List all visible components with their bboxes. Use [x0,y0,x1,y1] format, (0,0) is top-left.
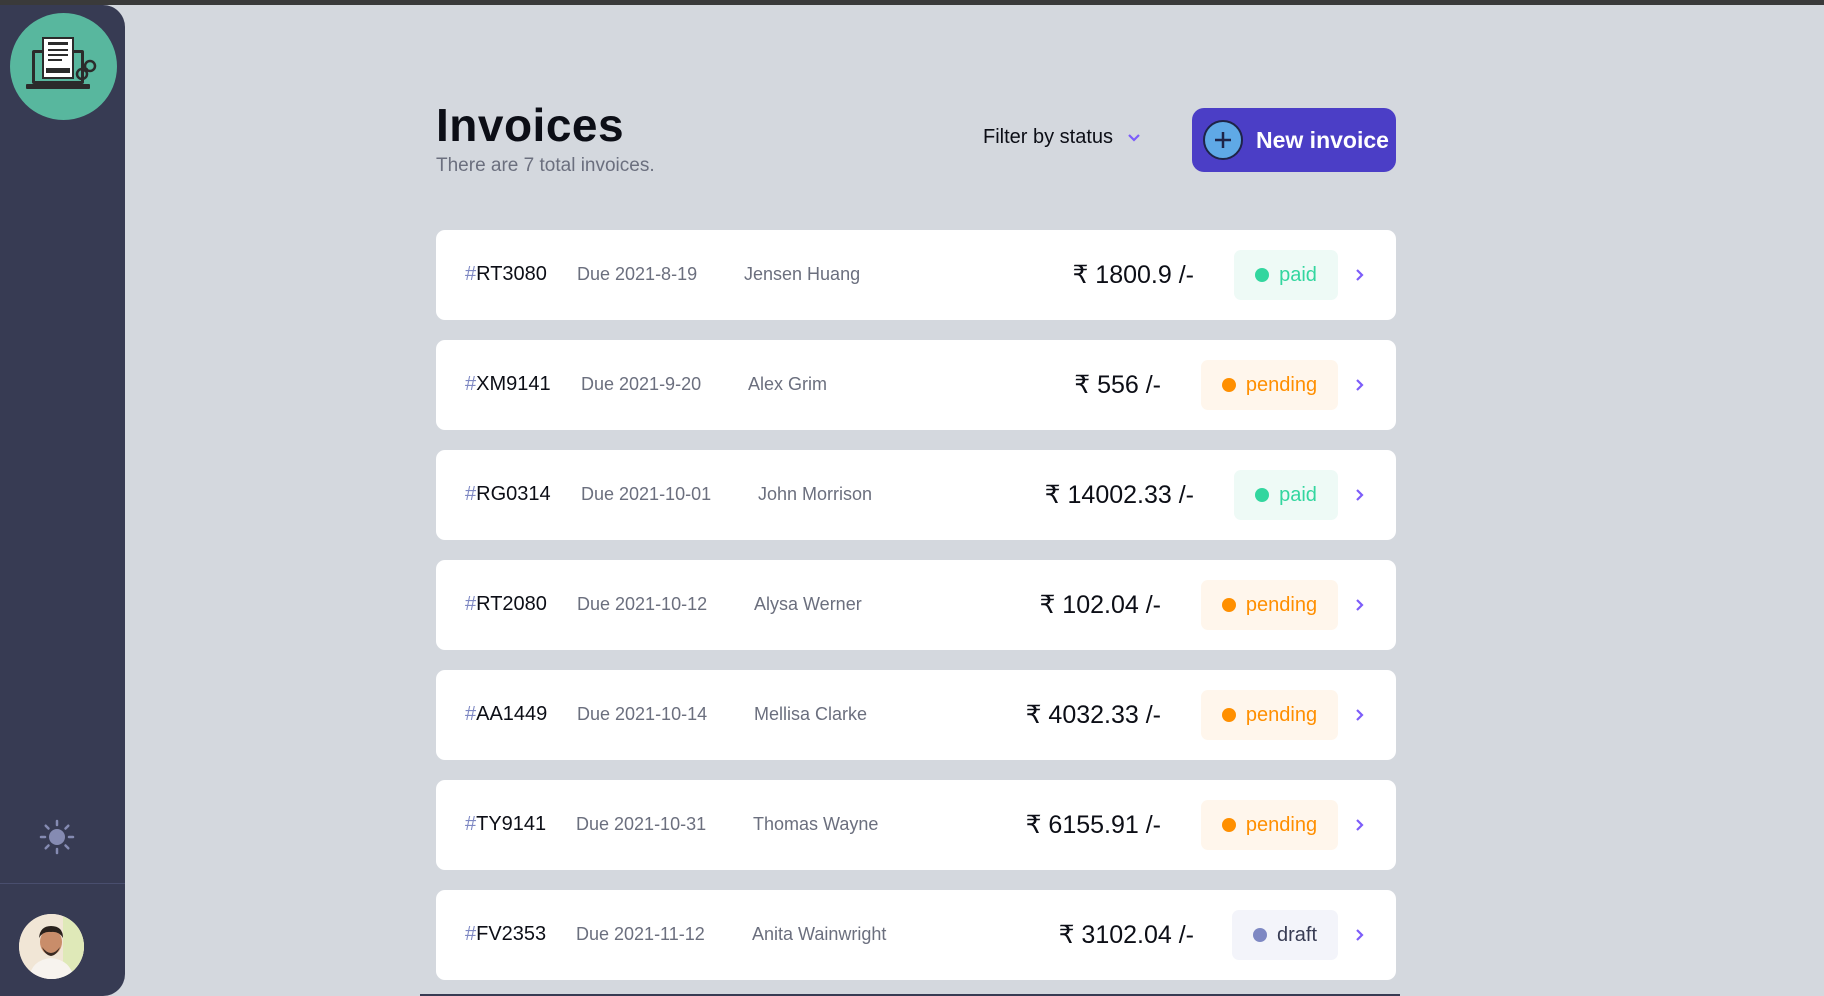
invoice-due-date: Due 2021-10-12 [577,594,708,614]
new-invoice-button[interactable]: New invoice [1192,108,1396,172]
status-badge: pending [1201,360,1338,410]
invoice-due-date: Due 2021-11-12 [576,924,705,944]
status-label: paid [1279,263,1317,286]
chevron-down-icon [1128,133,1140,142]
status-label: paid [1279,483,1317,506]
invoice-due-date: Due 2021-10-31 [576,814,707,834]
invoice-amount: ₹ 1800.9 /- [1072,261,1194,289]
status-dot [1221,598,1236,612]
chevron-right-icon [1356,489,1364,501]
invoice-client-name: Alysa Werner [754,594,862,614]
status-badge: pending [1201,800,1338,850]
invoice-id: #TY9141 [465,813,547,835]
invoice-client-name: John Morrison [758,484,873,504]
invoice-id: #AA1449 [465,703,548,725]
theme-toggle-button[interactable] [36,816,78,858]
invoice-row[interactable]: #RT3080 Due 2021-8-19 Jensen Huang ₹ 180… [436,230,1396,320]
plus-icon [1203,120,1243,160]
main-content: Invoices There are 7 total invoices. Fil… [436,0,1396,996]
status-label: pending [1245,813,1318,836]
invoice-client-name: Jensen Huang [744,264,861,284]
new-invoice-label: New invoice [1256,126,1389,153]
invoice-id: #RG0314 [465,483,551,505]
invoice-amount: ₹ 3102.04 /- [1058,921,1194,949]
status-label: draft [1276,923,1318,946]
sun-icon [39,819,75,855]
invoice-row[interactable]: #RT2080 Due 2021-10-12 Alysa Werner ₹ 10… [436,560,1396,650]
invoice-amount: ₹ 556 /- [1074,371,1161,399]
chevron-right-icon [1356,269,1364,281]
sidebar [0,5,125,996]
status-dot [1255,488,1270,502]
filter-label: Filter by status [983,126,1114,148]
invoice-due-date: Due 2021-9-20 [581,374,702,394]
invoice-due-date: Due 2021-10-01 [581,484,712,504]
invoice-amount: ₹ 102.04 /- [1039,591,1161,619]
status-label: pending [1245,373,1318,396]
invoice-count-text: There are 7 total invoices. [436,155,655,176]
chevron-right-icon [1356,709,1364,721]
chevron-right-icon [1356,819,1364,831]
invoice-id: #FV2353 [465,923,547,945]
sidebar-divider [0,883,125,884]
invoice-row[interactable]: #XM9141 Due 2021-9-20 Alex Grim ₹ 556 /-… [436,340,1396,430]
chevron-right-icon [1356,599,1364,611]
app-logo[interactable] [10,13,117,120]
invoice-id: #RT2080 [465,593,547,615]
chevron-right-icon [1356,379,1364,391]
invoice-client-name: Thomas Wayne [753,814,879,834]
status-badge: paid [1234,470,1338,520]
invoice-amount: ₹ 6155.91 /- [1025,811,1161,839]
status-badge: paid [1234,250,1338,300]
status-dot [1221,708,1236,722]
invoice-id: #RT3080 [465,263,547,285]
status-badge: pending [1201,580,1338,630]
status-dot [1255,268,1270,282]
status-label: pending [1245,593,1318,616]
invoice-row[interactable]: #RG0314 Due 2021-10-01 John Morrison ₹ 1… [436,450,1396,540]
page-title: Invoices [436,99,625,151]
filter-by-status-dropdown[interactable]: Filter by status [983,126,1141,149]
status-badge: pending [1201,690,1338,740]
avatar-image [19,914,84,979]
status-label: pending [1245,703,1318,726]
invoice-client-name: Mellisa Clarke [754,704,868,724]
status-badge: draft [1232,910,1338,960]
invoice-id: #XM9141 [465,373,551,395]
invoice-client-name: Anita Wainwright [752,924,887,944]
invoice-row[interactable]: #AA1449 Due 2021-10-14 Mellisa Clarke ₹ … [436,670,1396,760]
user-avatar[interactable] [19,914,84,979]
invoice-due-date: Due 2021-8-19 [577,264,698,284]
invoice-amount: ₹ 14002.33 /- [1044,481,1194,509]
invoice-client-name: Alex Grim [748,374,828,394]
status-dot [1221,818,1236,832]
invoice-amount: ₹ 4032.33 /- [1025,701,1161,729]
chevron-right-icon [1356,929,1364,941]
invoice-row[interactable]: #TY9141 Due 2021-10-31 Thomas Wayne ₹ 61… [436,780,1396,870]
status-dot [1221,378,1236,392]
status-dot [1252,928,1267,942]
invoice-row[interactable]: #FV2353 Due 2021-11-12 Anita Wainwright … [436,890,1396,980]
invoice-due-date: Due 2021-10-14 [577,704,708,724]
invoice-laptop-icon [25,36,96,89]
